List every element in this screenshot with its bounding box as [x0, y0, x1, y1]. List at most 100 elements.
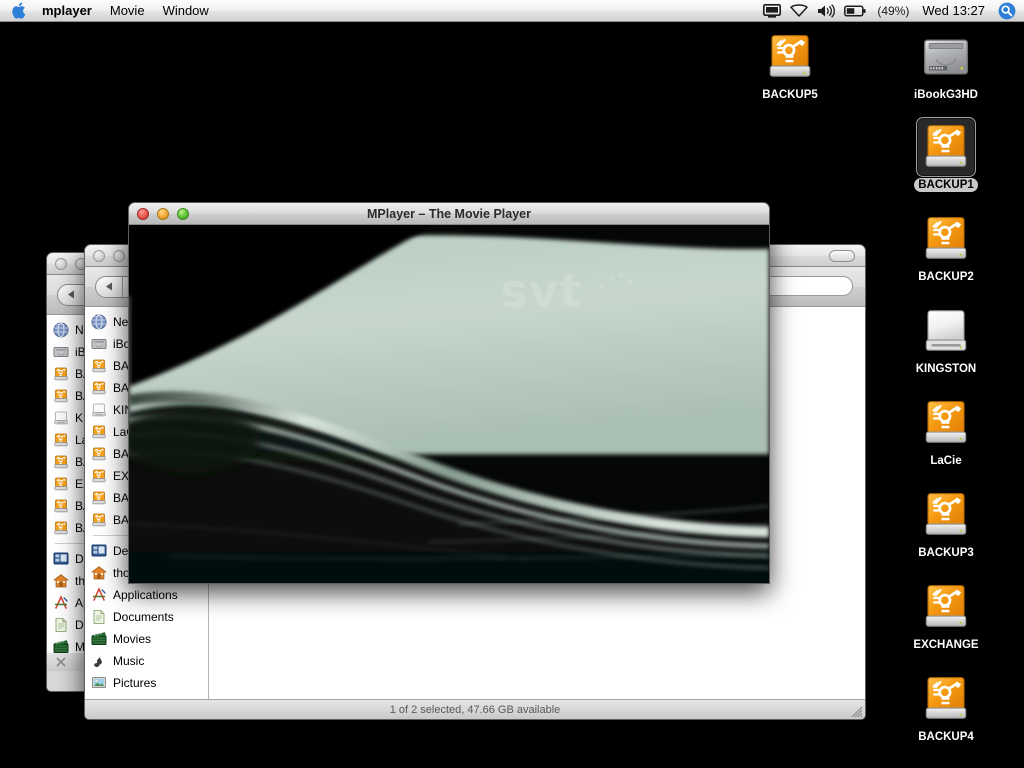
desktop-icon	[91, 543, 107, 559]
video-surface[interactable]: svt	[129, 225, 769, 583]
firewire-drive-icon[interactable]	[761, 28, 819, 86]
desktop-icon-exchange[interactable]: EXCHANGE	[898, 578, 994, 652]
desktop-icon-label: iBookG3HD	[914, 89, 978, 101]
close-button[interactable]	[93, 249, 105, 262]
mplayer-window[interactable]: MPlayer – The Movie Player svt	[128, 202, 770, 584]
back-icon[interactable]	[96, 277, 122, 297]
desktop-icon-label-wrap: BACKUP3	[898, 544, 994, 560]
video-frame-image	[129, 225, 769, 583]
desktop-icon-image	[742, 28, 838, 86]
close-button[interactable]	[137, 207, 149, 220]
sidebar-item-label: Movies	[113, 632, 152, 646]
zoom-button[interactable]	[177, 207, 189, 220]
firewire-drive-icon	[53, 388, 69, 404]
desktop-icon-label-wrap: BACKUP4	[898, 728, 994, 744]
firewire-drive-icon[interactable]	[917, 578, 975, 636]
desktop-icon-image	[898, 302, 994, 360]
desktop-icon-lacie[interactable]: LaCie	[898, 394, 994, 468]
sidebar-item-documents[interactable]: Documents	[85, 606, 208, 628]
network-globe-icon	[53, 322, 69, 338]
close-button[interactable]	[55, 257, 67, 270]
desktop-icon-backup3[interactable]: BACKUP3	[898, 486, 994, 560]
firewire-drive-icon	[53, 366, 69, 382]
firewire-drive-icon	[53, 498, 69, 514]
applications-icon	[53, 595, 69, 611]
home-folder-icon	[91, 565, 107, 581]
firewire-drive-icon[interactable]	[916, 117, 976, 177]
sidebar-item-applications[interactable]: Applications	[85, 584, 208, 606]
firewire-drive-icon	[91, 358, 107, 374]
desktop-icon-label: BACKUP3	[918, 547, 974, 559]
removable-disk-icon[interactable]	[917, 302, 975, 360]
minimize-button[interactable]	[113, 249, 125, 262]
battery-icon[interactable]	[844, 4, 866, 17]
spotlight-search-icon[interactable]	[998, 2, 1016, 20]
desktop-icon-label-wrap: EXCHANGE	[898, 636, 994, 652]
firewire-drive-icon[interactable]	[917, 670, 975, 728]
sidebar-item-label: Pictures	[113, 676, 157, 690]
toolbar-toggle-button[interactable]	[829, 250, 855, 262]
network-globe-icon	[91, 314, 107, 330]
firewire-drive-icon[interactable]	[917, 486, 975, 544]
documents-icon	[53, 617, 69, 633]
desktop-icon-kingston[interactable]: KINGSTON	[898, 302, 994, 376]
resize-grip[interactable]	[849, 704, 863, 718]
menu-app-name[interactable]: mplayer	[33, 2, 101, 20]
sidebar-item-label: Music	[113, 654, 145, 668]
sidebar-item-pictures[interactable]: Pictures	[85, 672, 208, 694]
desktop-icon-label-wrap: BACKUP2	[898, 268, 994, 284]
firewire-drive-icon	[91, 512, 107, 528]
volume-speaker-icon[interactable]	[817, 3, 836, 18]
desktop-icon-label-wrap: BACKUP1	[898, 176, 994, 192]
firewire-drive-icon	[53, 520, 69, 536]
desktop-icon-label: BACKUP4	[918, 731, 974, 743]
documents-icon	[91, 609, 107, 625]
menu-item-movie[interactable]: Movie	[101, 2, 154, 20]
music-icon	[91, 653, 107, 669]
svt-watermark: svt	[500, 264, 583, 319]
desktop-icon-backup1[interactable]: BACKUP1	[898, 117, 994, 192]
desktop-icon	[53, 551, 69, 567]
firewire-drive-icon	[91, 468, 107, 484]
desktop-icon-backup4[interactable]: BACKUP4	[898, 670, 994, 744]
firewire-drive-icon	[53, 454, 69, 470]
firewire-drive-icon[interactable]	[917, 394, 975, 452]
airport-wifi-icon[interactable]	[790, 4, 809, 17]
desktop-icon-image	[898, 670, 994, 728]
status-text: 1 of 2 selected, 47.66 GB available	[389, 703, 561, 716]
firewire-drive-icon[interactable]	[917, 210, 975, 268]
internal-hd-icon	[91, 336, 107, 352]
back-icon[interactable]	[58, 285, 84, 305]
sidebar-item-music[interactable]: Music	[85, 650, 208, 672]
internal-hd-icon	[53, 344, 69, 360]
battery-percent: (49%)	[877, 3, 910, 18]
apple-logo-icon[interactable]	[12, 2, 28, 19]
display-icon[interactable]	[763, 3, 782, 18]
desktop-icon-image	[898, 28, 994, 86]
desktop-icon-ibookg3hd[interactable]: iBookG3HD	[898, 28, 994, 102]
minimize-button[interactable]	[157, 207, 169, 220]
menu-bar[interactable]: mplayer Movie Window (49%) Wed 13:27	[0, 0, 1024, 22]
desktop-icon-label: KINGSTON	[915, 363, 977, 375]
desktop-icon-label-wrap: KINGSTON	[898, 360, 994, 376]
applications-icon	[91, 587, 107, 603]
traffic-lights-mplayer[interactable]	[137, 207, 189, 220]
firewire-drive-icon	[91, 490, 107, 506]
desktop-icon-label: BACKUP5	[762, 89, 818, 101]
desktop-icon-backup5[interactable]: BACKUP5	[742, 28, 838, 102]
desktop-icon-label-wrap: iBookG3HD	[898, 86, 994, 102]
movies-icon	[53, 639, 69, 653]
sidebar-item-movies[interactable]: Movies	[85, 628, 208, 650]
desktop-icon-image	[898, 394, 994, 452]
desktop-icon-backup2[interactable]: BACKUP2	[898, 210, 994, 284]
firewire-drive-icon	[91, 380, 107, 396]
sidebar-item-label: Applications	[113, 588, 178, 602]
home-folder-icon	[53, 573, 69, 589]
menu-item-window[interactable]: Window	[154, 2, 218, 20]
menu-bar-status-items[interactable]: (49%) Wed 13:27	[763, 2, 1024, 20]
firewire-drive-icon	[91, 424, 107, 440]
mplayer-titlebar[interactable]: MPlayer – The Movie Player	[129, 203, 769, 225]
internal-hd-icon[interactable]	[917, 28, 975, 86]
desktop-icon-label: BACKUP1	[914, 178, 978, 192]
menu-clock[interactable]: Wed 13:27	[922, 3, 985, 18]
